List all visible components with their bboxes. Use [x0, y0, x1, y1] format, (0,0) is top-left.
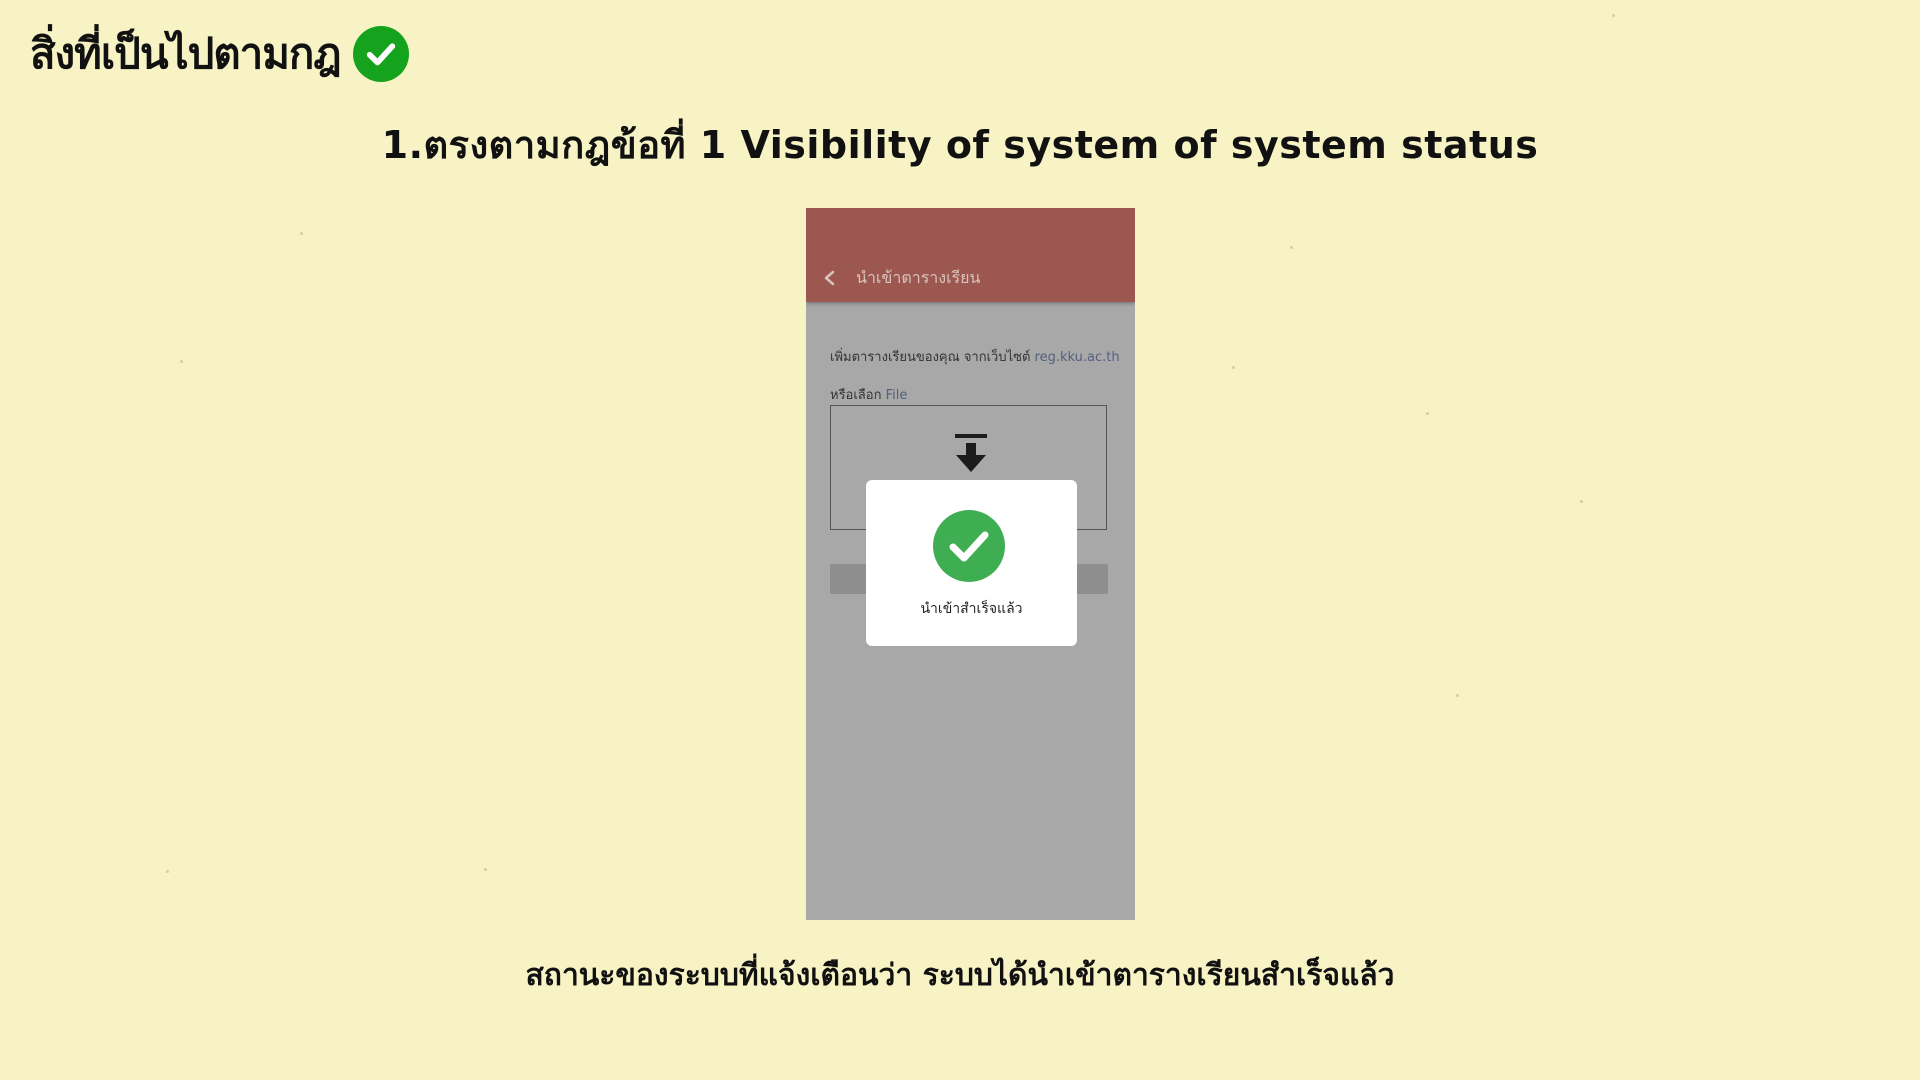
corner-heading-text: สิ่งที่เป็นไปตามกฎ [30, 29, 342, 78]
check-circle-icon [352, 26, 409, 82]
speck [166, 870, 169, 873]
check-circle-icon [933, 510, 1005, 582]
instruction-label: เพิ่มตารางเรียนของคุณ จากเว็บไซต์ [830, 350, 1031, 365]
choose-file-link[interactable]: File [886, 388, 908, 403]
speck [1290, 246, 1293, 249]
speck [1426, 412, 1429, 415]
speck [1232, 366, 1235, 369]
speck [300, 232, 303, 235]
success-message: นำเข้าสำเร็จแล้ว [920, 601, 1023, 617]
success-dialog: นำเข้าสำเร็จแล้ว [866, 480, 1077, 646]
slide-title: 1.ตรงตามกฎข้อที่ 1 Visibility of system … [381, 123, 1539, 167]
speck [484, 868, 487, 871]
speck [1456, 694, 1459, 697]
speck [1580, 500, 1583, 503]
slide-caption: สถานะของระบบที่แจ้งเตือนว่า ระบบได้นำเข้… [525, 958, 1395, 993]
choose-file-label: หรือเลือก [830, 388, 882, 403]
download-arrow-icon [955, 434, 987, 472]
speck [1612, 14, 1615, 17]
choose-file-text: หรือเลือก File [830, 384, 907, 405]
app-bar: นำเข้าตารางเรียน [806, 208, 1135, 302]
phone-screenshot: นำเข้าตารางเรียน เพิ่มตารางเรียนของคุณ จ… [806, 208, 1135, 920]
chevron-left-icon[interactable] [822, 270, 838, 286]
instruction-text: เพิ่มตารางเรียนของคุณ จากเว็บไซต์ reg.kk… [830, 346, 1130, 367]
speck [180, 360, 183, 363]
corner-heading: สิ่งที่เป็นไปตามกฎ [30, 24, 409, 84]
reg-website-link[interactable]: reg.kku.ac.th [1035, 350, 1120, 365]
app-bar-title: นำเข้าตารางเรียน [856, 268, 981, 287]
